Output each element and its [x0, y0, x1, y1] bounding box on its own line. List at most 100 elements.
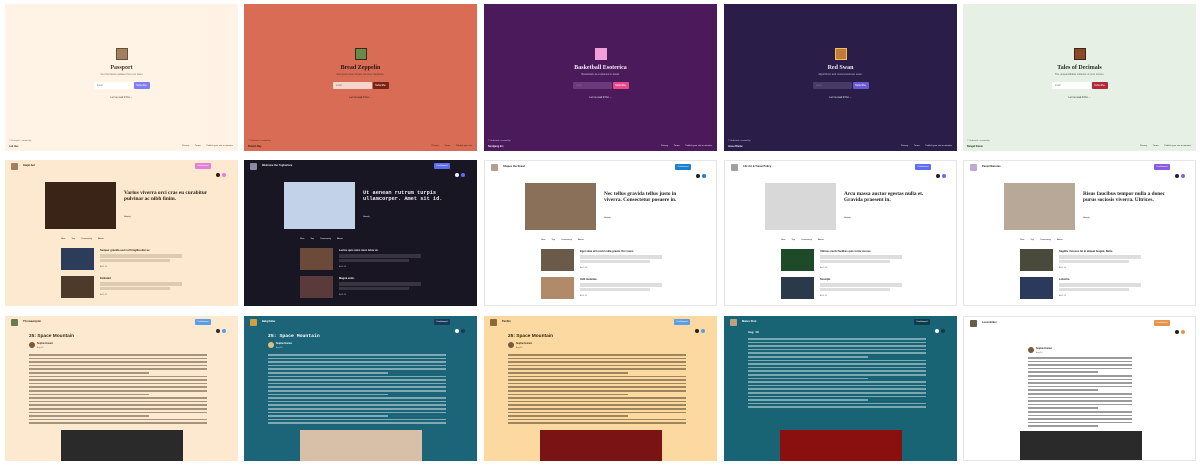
footer-author[interactable]: Bradon Day: [248, 145, 261, 148]
search-icon[interactable]: [696, 174, 700, 178]
read-first-link[interactable]: Let me read it first →: [963, 96, 1196, 99]
post-thumbnail[interactable]: [1020, 277, 1053, 299]
publish-link[interactable]: Publish your site: [456, 145, 472, 147]
post-thumbnail[interactable]: [781, 249, 814, 271]
hero-title[interactable]: Varius viverra orci cras eu curabitur pu…: [124, 190, 214, 202]
dashboard-button[interactable]: Dashboard: [1154, 320, 1170, 326]
post-title[interactable]: Kickstart: [100, 277, 111, 280]
author-avatar[interactable]: [29, 342, 35, 348]
tab-top[interactable]: Top: [71, 238, 75, 240]
footer-author[interactable]: Jesse Blume: [728, 145, 743, 148]
privacy-link[interactable]: Privacy: [432, 145, 439, 147]
site-name[interactable]: Welcome the Yoghurtare: [262, 164, 292, 167]
site-name[interactable]: Penfire: [502, 320, 511, 323]
footer-author[interactable]: Nerdgang Inc.: [488, 145, 504, 148]
privacy-link[interactable]: Privacy: [661, 145, 668, 147]
email-input[interactable]: [332, 82, 372, 89]
post-row[interactable]: Sagittis rhoncus fel at aliquet feugiat.…: [1020, 249, 1142, 271]
dashboard-button[interactable]: Dashboard: [915, 164, 931, 170]
avatar-icon[interactable]: [222, 329, 226, 333]
publish-link[interactable]: Publish your site in minutes: [206, 145, 233, 147]
site-logo[interactable]: [730, 319, 737, 326]
post-row[interactable]: Velit molestie. AUG 13: [541, 277, 663, 299]
search-icon[interactable]: [936, 174, 940, 178]
post-row[interactable]: Semper gravida sed rod fringilla ullar a…: [61, 248, 183, 270]
site-logo[interactable]: [250, 319, 257, 326]
avatar-icon[interactable]: [222, 173, 226, 177]
tab-community[interactable]: Community: [561, 239, 572, 241]
avatar-icon[interactable]: [941, 329, 945, 333]
privacy-link[interactable]: Privacy: [1140, 145, 1147, 147]
author-avatar[interactable]: [268, 342, 274, 348]
read-first-link[interactable]: Let me read it first →: [244, 96, 477, 99]
site-logo[interactable]: [250, 163, 257, 170]
post-thumbnail[interactable]: [1020, 249, 1053, 271]
search-icon[interactable]: [455, 173, 459, 177]
privacy-link[interactable]: Privacy: [182, 145, 189, 147]
dashboard-button[interactable]: Dashboard: [434, 319, 450, 325]
tab-about[interactable]: About: [1057, 239, 1063, 241]
search-icon[interactable]: [216, 329, 220, 333]
tab-top[interactable]: Top: [551, 239, 555, 241]
email-input[interactable]: [93, 82, 133, 89]
read-first-link[interactable]: Let me read it first →: [5, 96, 238, 99]
post-row[interactable]: Lectus quis nunc nunc lobor at. AUG 16: [300, 248, 422, 270]
footer-author[interactable]: Bengal Simon: [967, 145, 983, 148]
post-row[interactable]: Lobortis. AUG 13: [1020, 277, 1142, 299]
avatar-icon[interactable]: [702, 174, 706, 178]
hero-title[interactable]: Nec tellus gravida tellus justo in viver…: [604, 191, 694, 203]
post-title[interactable]: Lobortis.: [1059, 278, 1070, 281]
site-name[interactable]: Pastel Nanotas: [982, 165, 1001, 168]
tab-top[interactable]: Top: [1030, 239, 1034, 241]
read-first-link[interactable]: Let me read it first →: [724, 96, 957, 99]
site-logo[interactable]: [731, 164, 738, 171]
hero-image[interactable]: [765, 183, 836, 230]
hero-image[interactable]: [1004, 183, 1075, 230]
post-thumbnail[interactable]: [61, 276, 94, 298]
tab-community[interactable]: Community: [1040, 239, 1051, 241]
tab-new[interactable]: New: [781, 239, 785, 241]
dashboard-button[interactable]: Dashboard: [674, 319, 690, 325]
author-name[interactable]: Sophie Gomez: [37, 343, 53, 345]
post-title[interactable]: Velit molestie.: [580, 278, 597, 281]
tab-new[interactable]: New: [61, 238, 65, 240]
tab-community[interactable]: Community: [81, 238, 92, 240]
search-icon[interactable]: [216, 173, 220, 177]
dashboard-button[interactable]: Dashboard: [675, 164, 691, 170]
avatar-icon[interactable]: [1181, 330, 1185, 334]
dashboard-button[interactable]: Dashboard: [434, 163, 450, 169]
hero-image[interactable]: [525, 183, 596, 230]
subscribe-button[interactable]: Subscribe: [852, 82, 869, 89]
site-name[interactable]: Lovershiker: [982, 321, 997, 324]
post-title[interactable]: Ultrices morbi facilisis quis tortor cur…: [820, 250, 871, 253]
publish-link[interactable]: Publish your site in minutes: [1164, 145, 1191, 147]
tab-about[interactable]: About: [337, 238, 343, 240]
terms-link[interactable]: Terms: [444, 145, 450, 147]
search-icon[interactable]: [935, 329, 939, 333]
dashboard-button[interactable]: Dashboard: [195, 319, 211, 325]
email-input[interactable]: [812, 82, 852, 89]
post-title[interactable]: Eget vitae elit morbi nulla gravia. Orci…: [580, 250, 634, 253]
tab-about[interactable]: About: [98, 238, 104, 240]
email-input[interactable]: [1051, 82, 1091, 89]
read-first-link[interactable]: Let me read it first →: [484, 96, 717, 99]
hero-image[interactable]: [284, 182, 355, 229]
post-thumbnail[interactable]: [300, 248, 333, 270]
site-name[interactable]: Gaijin.bet: [23, 164, 35, 167]
tab-new[interactable]: New: [300, 238, 304, 240]
hero-image[interactable]: [45, 182, 116, 229]
tab-new[interactable]: New: [1020, 239, 1024, 241]
tab-top[interactable]: Top: [310, 238, 314, 240]
author-name[interactable]: Sophie Gomez: [1036, 348, 1052, 350]
post-title[interactable]: Suscipit.: [820, 278, 831, 281]
post-thumbnail[interactable]: [541, 277, 574, 299]
author-avatar[interactable]: [1028, 347, 1034, 353]
site-logo[interactable]: [490, 319, 497, 326]
site-name[interactable]: Life Art & Travel Policy: [743, 165, 771, 168]
tab-about[interactable]: About: [578, 239, 584, 241]
hero-title[interactable]: Risus faucibus tempor nulla a donec puru…: [1083, 191, 1173, 203]
post-thumbnail[interactable]: [61, 248, 94, 270]
search-icon[interactable]: [1175, 330, 1179, 334]
post-row[interactable]: Kickstart AUG 13: [61, 276, 183, 298]
site-logo[interactable]: [970, 320, 977, 327]
